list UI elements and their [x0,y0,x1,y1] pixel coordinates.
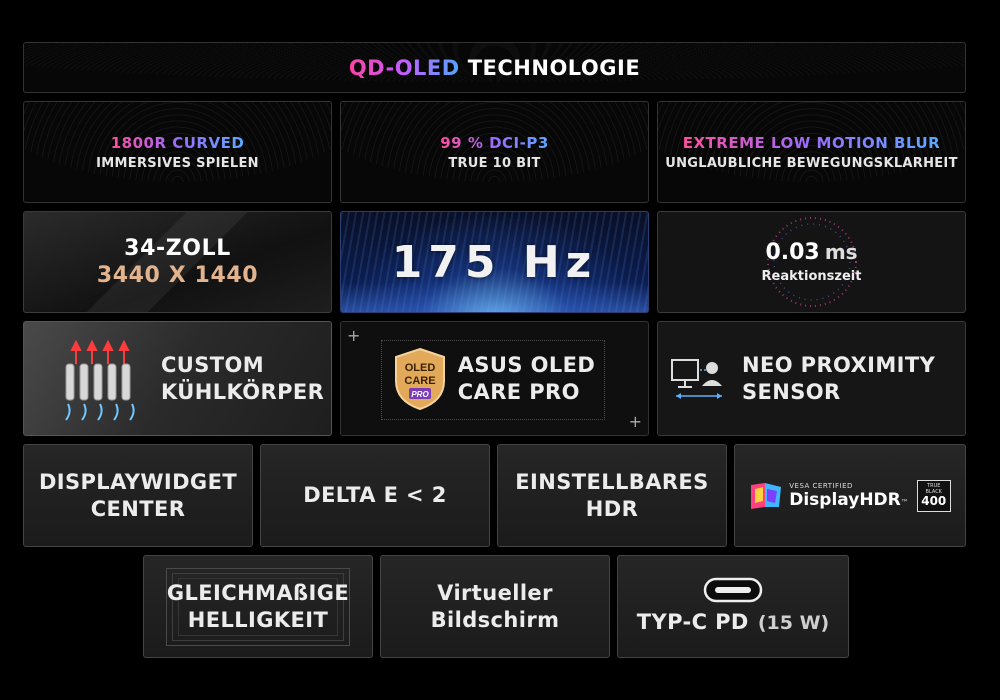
badge-line2: CARE [404,375,435,387]
typec-power: (15 W) [757,612,830,634]
delta-text: DELTA E < 2 [303,483,447,507]
hdr-line1: EINSTELLBARES [515,469,709,494]
virtual-line1: Virtueller [437,580,553,605]
badge-line3: PRO [411,390,429,399]
feature-response-time: 0.03 ms Reaktionszeit [657,211,966,313]
bright-line2: HELLIGKEIT [187,607,329,632]
widget-line2: CENTER [90,496,186,521]
sensor-text: NEO PROXIMITY SENSOR [742,352,935,406]
cooling-text: CUSTOM KÜHLKÖRPER [161,352,324,406]
plus-icon-bottom-right: + [628,412,642,431]
feature-color-gamut: 99 % DCI-P3 TRUE 10 BIT [340,101,649,203]
proximity-sensor-icon [671,358,722,399]
typec-line: TYP-C PD (15 W) [637,609,830,636]
vesa-main: DisplayHDR [789,489,901,510]
usb-c-port-icon [703,577,763,603]
hdr-line2: HDR [585,496,639,521]
feature-displaywidget: DISPLAYWIDGET CENTER [23,444,253,547]
vesa-cube-logo-icon [751,482,782,509]
plus-icon-top-left: + [347,326,361,345]
header-title-rest: TECHNOLOGIE [467,55,641,80]
motion-title: EXTREME LOW MOTION BLUR [682,133,941,152]
typec-main: TYP-C PD [636,610,749,634]
bright-line1: GLEICHMAßIGE [166,580,350,605]
oled-care-shield-icon: OLED CARE PRO [394,347,445,410]
refresh-rate-value: 175 Hz [391,236,598,288]
gamut-title: 99 % DCI-P3 [440,133,549,152]
vesa-top: VESA CERTIFIED [789,481,853,490]
gamut-subtitle: TRUE 10 BIT [448,155,541,171]
feature-refresh-rate: 175 Hz [340,211,649,313]
resolution-line: 3440 X 1440 [96,263,259,288]
feature-cooling: CUSTOM KÜHLKÖRPER [23,321,332,436]
feature-motion-blur: EXTREME LOW MOTION BLUR UNGLAUBLICHE BEW… [657,101,966,203]
curved-subtitle: IMMERSIVES SPIELEN [96,155,259,171]
badge-line1: OLED [404,362,435,374]
size-line1: 34-ZOLL [124,236,231,261]
header-title-gradient: QD-OLED [348,55,460,80]
oled-line1: ASUS OLED [457,352,596,377]
oled-care-text: ASUS OLED CARE PRO [458,352,595,406]
vesa-tier-badge: TRUE BLACK 400 [916,479,951,512]
feature-oled-care: + + OLED CARE PRO ASUS OLED CARE PRO [340,321,649,436]
cooling-line2: KÜHLKÖRPER [161,379,325,404]
response-value: 0.03 [765,240,820,265]
feature-usb-c: TYP-C PD (15 W) [617,555,849,658]
vesa-badge-num: 400 [921,494,947,508]
feature-vesa-hdr: VESA CERTIFIED DisplayHDR™ TRUE BLACK 40… [734,444,966,547]
vesa-tm: ™ [900,497,909,507]
feature-screen-size: 34-ZOLL 3440 X 1440 [23,211,332,313]
feature-delta-e: DELTA E < 2 [260,444,490,547]
heatsink-icon [65,339,135,421]
feature-adjustable-hdr: EINSTELLBARES HDR [497,444,727,547]
sensor-line1: NEO PROXIMITY [742,352,936,377]
feature-uniform-brightness: GLEICHMAßIGE HELLIGKEIT [143,555,373,658]
response-value-line: 0.03 ms [765,240,857,265]
curved-title: 1800R CURVED [110,133,245,152]
vesa-text: VESA CERTIFIED DisplayHDR™ [789,482,909,510]
feature-virtual-screen: Virtueller Bildschirm [380,555,610,658]
feature-curved: 1800R CURVED IMMERSIVES SPIELEN [23,101,332,203]
widget-line1: DISPLAYWIDGET [38,469,238,494]
feature-proximity-sensor: NEO PROXIMITY SENSOR [657,321,966,436]
vesa-main-line: DisplayHDR™ [789,490,909,510]
response-label: Reaktionszeit [761,269,862,284]
sensor-line2: SENSOR [742,379,841,404]
response-unit: ms [824,240,858,264]
header-banner: QD-OLED TECHNOLOGIE [23,42,966,93]
motion-subtitle: UNGLAUBLICHE BEWEGUNGSKLARHEIT [665,155,958,171]
virtual-line2: Bildschirm [430,607,560,632]
oled-line2: CARE PRO [457,379,580,404]
cooling-line1: CUSTOM [161,352,265,377]
